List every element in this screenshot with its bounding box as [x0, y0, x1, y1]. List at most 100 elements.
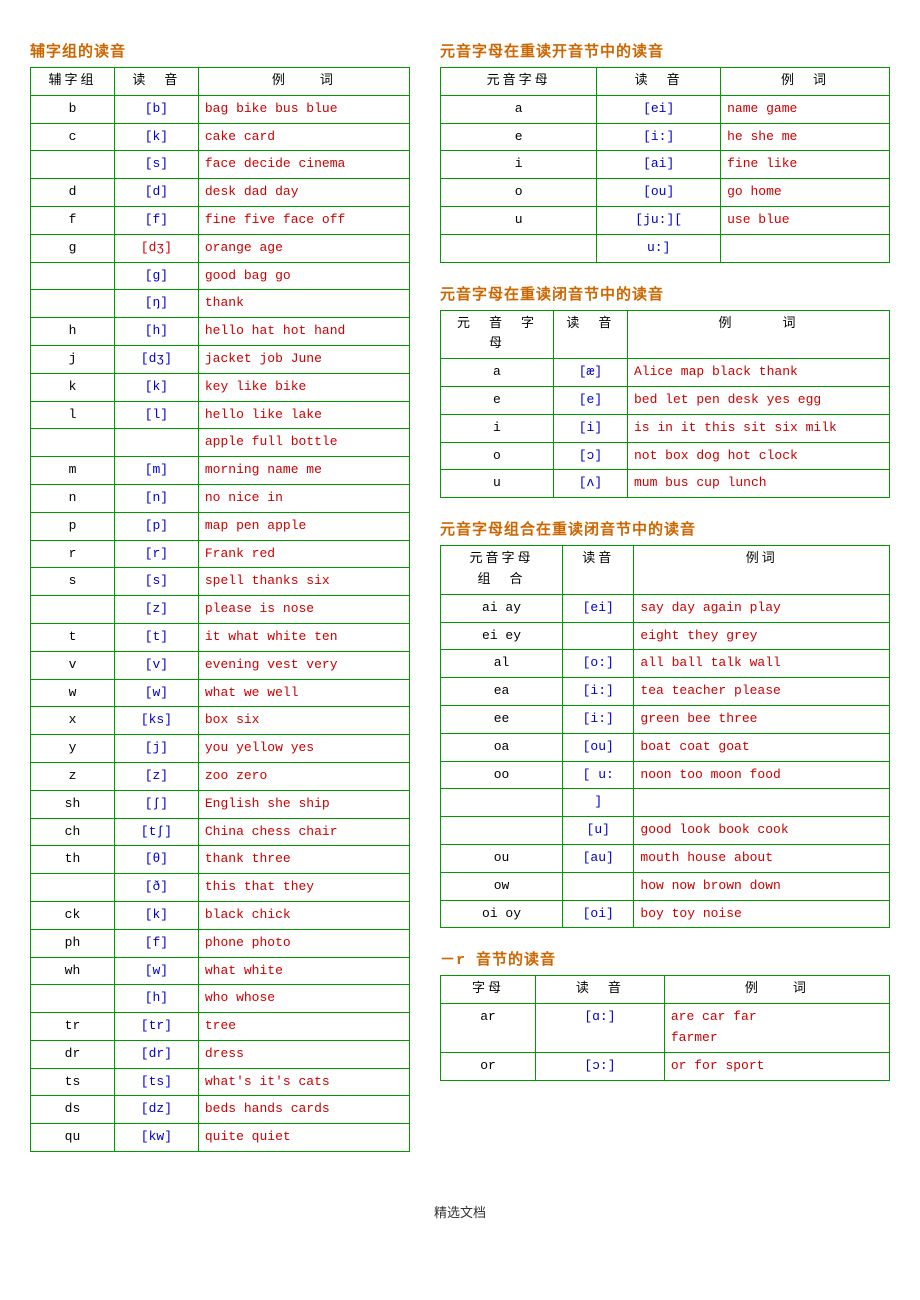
- consonant-phonetic: [kw]: [114, 1124, 198, 1152]
- table-row: [ŋ]thank: [31, 290, 410, 318]
- vowel-char: e: [441, 386, 554, 414]
- consonant-phonetic: [n]: [114, 484, 198, 512]
- consonant-phonetic: [z]: [114, 762, 198, 790]
- vowel-char: o: [441, 179, 597, 207]
- consonant-phonetic: [dz]: [114, 1096, 198, 1124]
- consonant-phonetic: [w]: [114, 679, 198, 707]
- consonant-example: fine five face off: [198, 206, 409, 234]
- t1-col2: 读 音: [597, 68, 721, 96]
- consonant-char: x: [31, 707, 115, 735]
- vowel-char: e: [441, 123, 597, 151]
- table-row: o [ou] go home: [441, 179, 890, 207]
- consonant-phonetic: [dʒ]: [114, 234, 198, 262]
- table-row: ck[k]black chick: [31, 901, 410, 929]
- vowel-phonetic: [ou]: [597, 179, 721, 207]
- consonant-phonetic: [θ]: [114, 846, 198, 874]
- vowel-phonetic: [e]: [553, 386, 627, 414]
- consonant-char: [31, 151, 115, 179]
- table-row: z[z]zoo zero: [31, 762, 410, 790]
- table-row: [s]face decide cinema: [31, 151, 410, 179]
- consonant-phonetic: [r]: [114, 540, 198, 568]
- table-row: sh[ʃ]English she ship: [31, 790, 410, 818]
- consonant-phonetic: [j]: [114, 735, 198, 763]
- table-row: t[t]it what white ten: [31, 623, 410, 651]
- consonant-phonetic: [114, 429, 198, 457]
- consonant-example: face decide cinema: [198, 151, 409, 179]
- vowel-example: not box dog hot clock: [627, 442, 889, 470]
- vowel-example: is in it this sit six milk: [627, 414, 889, 442]
- vowel-char: u: [441, 470, 554, 498]
- consonant-char: [31, 985, 115, 1013]
- consonant-example: key like bike: [198, 373, 409, 401]
- vowel-char: a: [441, 95, 597, 123]
- table-row: [g]good bag go: [31, 262, 410, 290]
- vowel-phonetic: [ei]: [597, 95, 721, 123]
- vowel-phonetic: [i]: [553, 414, 627, 442]
- consonant-char: f: [31, 206, 115, 234]
- t3-col2: 读音: [563, 546, 634, 595]
- table-row: [h]who whose: [31, 985, 410, 1013]
- table-row: u [ju:][ use blue: [441, 206, 890, 234]
- consonant-char: wh: [31, 957, 115, 985]
- consonant-char: j: [31, 345, 115, 373]
- table-row: ts[ts]what's it's cats: [31, 1068, 410, 1096]
- vowel-phonetic: [æ]: [553, 359, 627, 387]
- vowel-char: o: [441, 442, 554, 470]
- consonant-example: this that they: [198, 874, 409, 902]
- vowel-example: bed let pen desk yes egg: [627, 386, 889, 414]
- t1-col3: 例 词: [721, 68, 890, 96]
- vowel-example: fine like: [721, 151, 890, 179]
- consonant-phonetic: [ks]: [114, 707, 198, 735]
- table-row: p[p]map pen apple: [31, 512, 410, 540]
- consonant-char: th: [31, 846, 115, 874]
- consonant-example: apple full bottle: [198, 429, 409, 457]
- consonant-phonetic: [h]: [114, 985, 198, 1013]
- consonant-example: what we well: [198, 679, 409, 707]
- consonant-char: d: [31, 179, 115, 207]
- consonant-phonetic: [ð]: [114, 874, 198, 902]
- consonant-example: you yellow yes: [198, 735, 409, 763]
- consonant-phonetic: [k]: [114, 901, 198, 929]
- consonant-example: English she ship: [198, 790, 409, 818]
- table-row: apple full bottle: [31, 429, 410, 457]
- consonant-example: beds hands cards: [198, 1096, 409, 1124]
- table-row: ee [i:] green bee three: [441, 705, 890, 733]
- consonant-phonetic: [s]: [114, 568, 198, 596]
- table-row: [z]please is nose: [31, 596, 410, 624]
- consonant-phonetic: [ts]: [114, 1068, 198, 1096]
- consonant-table: 辅字组 读 音 例 词 b[b]bag bike bus bluec[k]cak…: [30, 67, 410, 1152]
- consonant-phonetic: [t]: [114, 623, 198, 651]
- consonant-char: l: [31, 401, 115, 429]
- consonant-example: zoo zero: [198, 762, 409, 790]
- vowel-example: [721, 234, 890, 262]
- table-row: h[h]hello hat hot hand: [31, 318, 410, 346]
- consonant-phonetic: [tr]: [114, 1013, 198, 1041]
- t4-col1: 字母: [441, 976, 536, 1004]
- consonant-char: v: [31, 651, 115, 679]
- closed-syllable-table: 元 音 字母 读 音 例 词 a [æ] Alice map black tha…: [440, 310, 890, 499]
- table-row: oi oy [oi] boy toy noise: [441, 900, 890, 928]
- consonant-char: ck: [31, 901, 115, 929]
- consonant-example: box six: [198, 707, 409, 735]
- consonant-phonetic: [p]: [114, 512, 198, 540]
- consonant-char: [31, 429, 115, 457]
- vowel-phonetic: [i:]: [597, 123, 721, 151]
- col-header-char: 辅字组: [31, 68, 115, 96]
- table-row: ]: [441, 789, 890, 817]
- table-row: a [ei] name game: [441, 95, 890, 123]
- consonant-phonetic: [h]: [114, 318, 198, 346]
- consonant-example: black chick: [198, 901, 409, 929]
- right-column: 元音字母在重读开音节中的读音 元音字母 读 音 例 词 a [ei] name …: [440, 40, 890, 1172]
- table-row: x[ks]box six: [31, 707, 410, 735]
- table-row: ea [i:] tea teacher please: [441, 678, 890, 706]
- page-container: 辅字组的读音 辅字组 读 音 例 词 b[b]bag bike bus blue…: [30, 40, 890, 1172]
- vowel-example: he she me: [721, 123, 890, 151]
- t4-col2: 读 音: [536, 976, 665, 1004]
- consonant-char: ts: [31, 1068, 115, 1096]
- consonant-example: morning name me: [198, 457, 409, 485]
- consonant-example: hello hat hot hand: [198, 318, 409, 346]
- consonant-char: p: [31, 512, 115, 540]
- consonant-example: bag bike bus blue: [198, 95, 409, 123]
- consonant-char: g: [31, 234, 115, 262]
- table-row: a [æ] Alice map black thank: [441, 359, 890, 387]
